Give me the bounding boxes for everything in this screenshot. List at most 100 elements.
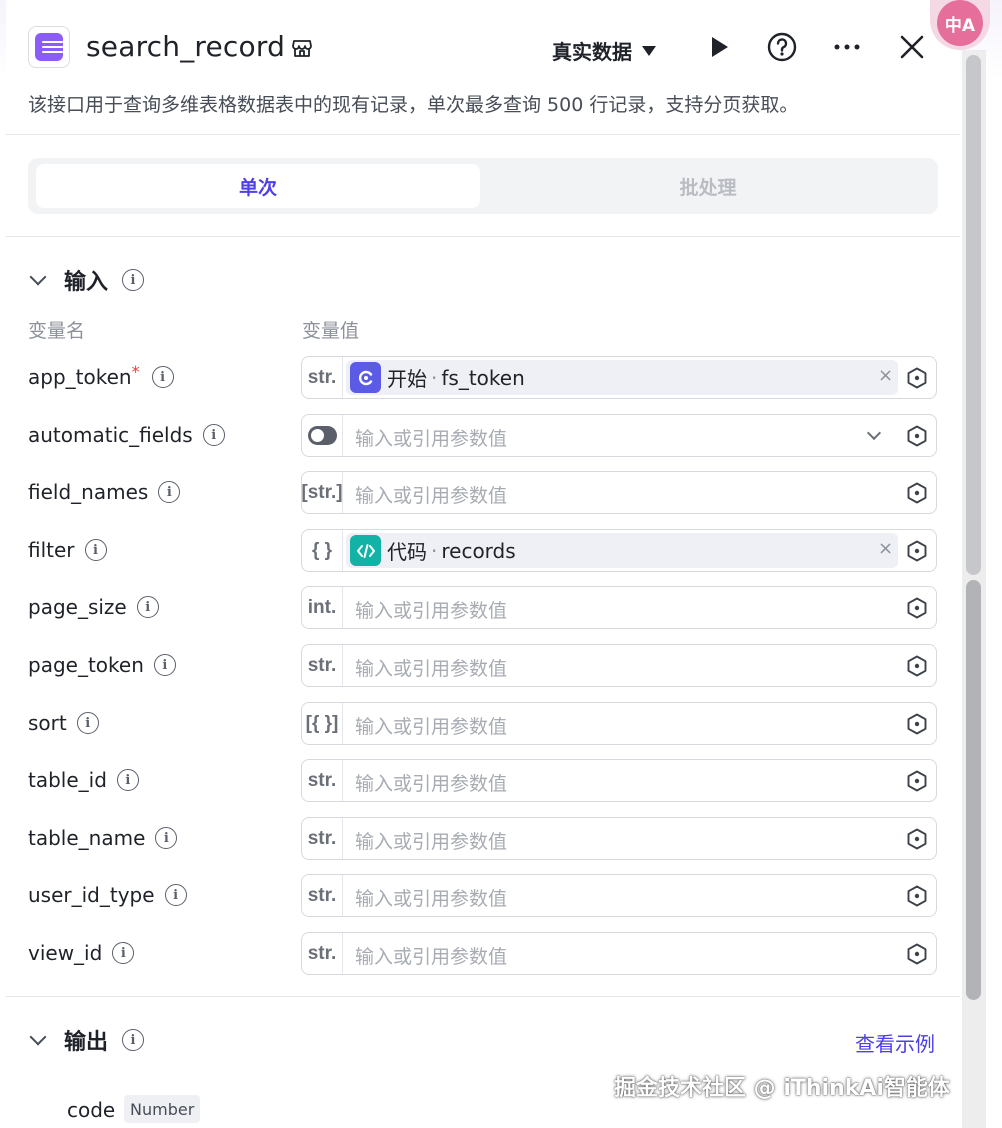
input-placeholder[interactable]: 输入或引用参数值: [355, 424, 507, 451]
node-title: search_record: [86, 30, 286, 63]
input-placeholder[interactable]: 输入或引用参数值: [355, 712, 507, 739]
info-icon[interactable]: i: [202, 424, 225, 446]
param-name: page_size: [28, 595, 127, 619]
info-icon[interactable]: i: [153, 654, 176, 676]
scrollbar-thumb[interactable]: [966, 580, 981, 1000]
type-indicator[interactable]: str.: [302, 357, 343, 398]
chevron-down-icon[interactable]: [866, 425, 882, 441]
tab-single[interactable]: 单次: [36, 164, 480, 208]
input-placeholder[interactable]: 输入或引用参数值: [355, 942, 507, 969]
translate-icon: 中A: [937, 0, 983, 46]
param-label-app-token: app_token * i: [28, 356, 174, 398]
boolean-toggle[interactable]: [302, 415, 343, 456]
type-indicator[interactable]: str.: [302, 818, 343, 859]
info-icon[interactable]: i: [151, 366, 174, 388]
variable-reference-icon[interactable]: [906, 655, 928, 677]
info-icon[interactable]: i: [122, 1029, 145, 1051]
divider: [6, 996, 960, 997]
type-indicator[interactable]: str.: [302, 933, 343, 974]
info-icon[interactable]: i: [112, 942, 135, 964]
param-label-view-id: view_id i: [28, 932, 135, 974]
param-input-field-names[interactable]: [str.] 输入或引用参数值: [301, 471, 937, 514]
type-indicator[interactable]: str.: [302, 645, 343, 686]
variable-reference-icon[interactable]: [906, 943, 928, 965]
node-description: 该接口用于查询多维表格数据表中的现有记录，单次最多查询 500 行记录，支持分页…: [28, 94, 799, 116]
param-label-table-id: table_id i: [28, 759, 139, 801]
info-icon[interactable]: i: [122, 269, 145, 291]
reference-source: 开始: [387, 367, 427, 391]
info-icon[interactable]: i: [76, 712, 99, 734]
input-placeholder[interactable]: 输入或引用参数值: [355, 769, 507, 796]
variable-reference-icon[interactable]: [906, 540, 928, 562]
param-input-user-id-type[interactable]: str. 输入或引用参数值: [301, 874, 937, 917]
data-mode-label: 真实数据: [552, 40, 632, 64]
variable-reference-icon[interactable]: [906, 482, 928, 504]
output-section-header[interactable]: 输出 i: [28, 1024, 145, 1056]
param-input-table-name[interactable]: str. 输入或引用参数值: [301, 817, 937, 860]
close-icon[interactable]: [897, 32, 927, 62]
param-input-app-token[interactable]: str. 开始 · fs_token ×: [301, 356, 937, 399]
column-header-value: 变量值: [302, 320, 360, 342]
param-name: view_id: [28, 941, 103, 965]
clear-icon[interactable]: ×: [878, 365, 893, 386]
param-input-page-token[interactable]: str. 输入或引用参数值: [301, 644, 937, 687]
param-input-view-id[interactable]: str. 输入或引用参数值: [301, 932, 937, 975]
reference-field: records: [441, 538, 516, 563]
type-indicator[interactable]: { }: [302, 530, 343, 571]
info-icon[interactable]: i: [136, 596, 159, 618]
type-indicator[interactable]: [{ }]: [302, 703, 343, 744]
param-input-sort[interactable]: [{ }] 输入或引用参数值: [301, 702, 937, 745]
param-name: automatic_fields: [28, 423, 193, 447]
variable-reference-icon[interactable]: [906, 597, 928, 619]
info-icon[interactable]: i: [155, 827, 178, 849]
input-placeholder[interactable]: 输入或引用参数值: [355, 827, 507, 854]
variable-reference-icon[interactable]: [906, 828, 928, 850]
param-label-filter: filter i: [28, 529, 107, 571]
help-icon[interactable]: [767, 32, 797, 62]
type-indicator[interactable]: [str.]: [301, 472, 343, 513]
required-asterisk: *: [131, 362, 140, 381]
store-icon[interactable]: [292, 39, 312, 57]
clear-icon[interactable]: ×: [878, 538, 893, 559]
param-name: table_name: [28, 826, 146, 850]
type-indicator[interactable]: str.: [302, 875, 343, 916]
caret-down-icon: [642, 45, 656, 56]
scrollbar-thumb-upper[interactable]: [966, 55, 981, 575]
info-icon[interactable]: i: [158, 481, 181, 503]
reference-chip[interactable]: 代码 · records: [346, 533, 898, 568]
variable-reference-icon[interactable]: [906, 425, 928, 447]
watermark-text: 掘金技术社区 @ iThinkAi智能体: [614, 1076, 950, 1101]
input-placeholder[interactable]: 输入或引用参数值: [355, 654, 507, 681]
input-placeholder[interactable]: 输入或引用参数值: [355, 884, 507, 911]
output-field-name: code: [67, 1098, 116, 1122]
variable-reference-icon[interactable]: [906, 367, 928, 389]
info-icon[interactable]: i: [84, 539, 107, 561]
param-name: app_token: [28, 365, 132, 389]
variable-reference-icon[interactable]: [906, 885, 928, 907]
run-icon[interactable]: [704, 32, 734, 62]
param-input-page-size[interactable]: int. 输入或引用参数值: [301, 586, 937, 629]
param-label-page-token: page_token i: [28, 644, 176, 686]
chevron-down-icon: [29, 1028, 47, 1046]
more-icon[interactable]: [832, 32, 862, 62]
view-example-link[interactable]: 查看示例: [855, 1028, 935, 1057]
param-name: user_id_type: [28, 883, 155, 907]
data-mode-select[interactable]: 真实数据: [552, 36, 656, 65]
toggle-switch[interactable]: [308, 426, 337, 445]
info-icon[interactable]: i: [164, 884, 187, 906]
param-input-table-id[interactable]: str. 输入或引用参数值: [301, 759, 937, 802]
input-section-header[interactable]: 输入 i: [28, 264, 145, 296]
variable-reference-icon[interactable]: [906, 770, 928, 792]
param-input-filter[interactable]: { } 代码 · records ×: [301, 529, 937, 572]
type-indicator[interactable]: int.: [302, 587, 343, 628]
type-indicator[interactable]: str.: [302, 760, 343, 801]
input-placeholder[interactable]: 输入或引用参数值: [355, 596, 507, 623]
input-placeholder[interactable]: 输入或引用参数值: [355, 481, 507, 508]
variable-reference-icon[interactable]: [906, 713, 928, 735]
reference-chip[interactable]: 开始 · fs_token: [346, 360, 898, 395]
tab-batch[interactable]: 批处理: [486, 164, 930, 208]
reference-source: 代码: [387, 540, 427, 564]
param-input-automatic-fields[interactable]: 输入或引用参数值: [301, 414, 937, 457]
param-label-automatic-fields: automatic_fields i: [28, 414, 225, 456]
info-icon[interactable]: i: [116, 769, 139, 791]
